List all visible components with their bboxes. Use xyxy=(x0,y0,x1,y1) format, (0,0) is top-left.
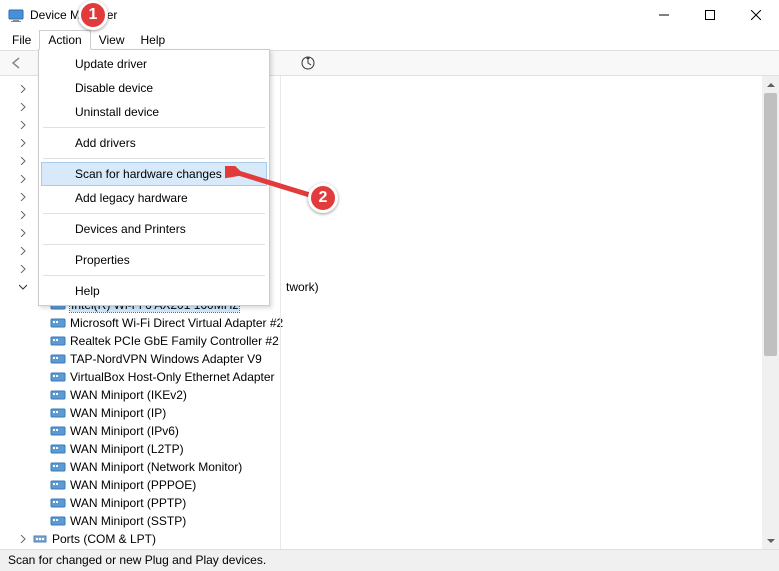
device-label: WAN Miniport (PPTP) xyxy=(70,496,186,510)
device-item[interactable]: WAN Miniport (IPv6) xyxy=(10,422,779,440)
device-item[interactable]: TAP-NordVPN Windows Adapter V9 xyxy=(10,350,779,368)
network-adapter-icon xyxy=(50,495,66,511)
close-button[interactable] xyxy=(733,0,779,30)
ports-icon xyxy=(32,531,48,547)
device-label: WAN Miniport (Network Monitor) xyxy=(70,460,242,474)
menu-item-disable-device[interactable]: Disable device xyxy=(41,76,267,100)
device-label: WAN Miniport (IPv6) xyxy=(70,424,179,438)
vertical-scrollbar[interactable] xyxy=(762,76,779,549)
menu-view[interactable]: View xyxy=(91,30,133,50)
status-text: Scan for changed or new Plug and Play de… xyxy=(8,553,266,567)
scroll-thumb[interactable] xyxy=(764,93,777,356)
window-controls xyxy=(641,0,779,30)
chevron-right-icon[interactable] xyxy=(16,154,30,168)
network-adapter-icon xyxy=(50,441,66,457)
network-adapter-icon xyxy=(50,405,66,421)
menu-item-properties[interactable]: Properties xyxy=(41,248,267,272)
menu-action[interactable]: Action xyxy=(39,30,90,50)
annotation-callout-2: 2 xyxy=(308,183,338,213)
device-label: WAN Miniport (SSTP) xyxy=(70,514,186,528)
scroll-track[interactable] xyxy=(762,93,779,532)
category-label: Ports (COM & LPT) xyxy=(52,532,156,546)
menu-separator xyxy=(43,158,265,159)
scroll-down-button[interactable] xyxy=(762,532,779,549)
network-adapter-icon xyxy=(50,333,66,349)
scan-hardware-button[interactable] xyxy=(297,52,319,74)
chevron-right-icon[interactable] xyxy=(16,136,30,150)
pane-separator xyxy=(280,76,281,549)
device-item[interactable]: WAN Miniport (L2TP) xyxy=(10,440,779,458)
annotation-callout-1: 1 xyxy=(78,0,108,30)
device-item[interactable]: WAN Miniport (Network Monitor) xyxy=(10,458,779,476)
device-label: WAN Miniport (IKEv2) xyxy=(70,388,187,402)
menu-item-help[interactable]: Help xyxy=(41,279,267,303)
device-label: VirtualBox Host-Only Ethernet Adapter xyxy=(70,370,275,384)
device-label: WAN Miniport (PPPOE) xyxy=(70,478,196,492)
menu-separator xyxy=(43,244,265,245)
menu-item-update-driver[interactable]: Update driver xyxy=(41,52,267,76)
device-item[interactable]: WAN Miniport (IKEv2) xyxy=(10,386,779,404)
device-label: Microsoft Wi-Fi Direct Virtual Adapter #… xyxy=(70,316,283,330)
menu-item-uninstall-device[interactable]: Uninstall device xyxy=(41,100,267,124)
chevron-down-icon[interactable] xyxy=(16,280,30,294)
category-label-partial: twork) xyxy=(286,280,319,294)
menu-separator xyxy=(43,275,265,276)
menu-bar: File Action View Help xyxy=(0,30,779,50)
network-adapter-icon xyxy=(50,423,66,439)
device-label: Realtek PCIe GbE Family Controller #2 xyxy=(70,334,279,348)
annotation-arrow-icon xyxy=(225,166,320,202)
device-item[interactable]: VirtualBox Host-Only Ethernet Adapter xyxy=(10,368,779,386)
chevron-right-icon[interactable] xyxy=(16,190,30,204)
device-item[interactable]: WAN Miniport (PPTP) xyxy=(10,494,779,512)
device-manager-icon xyxy=(8,7,24,23)
chevron-right-icon[interactable] xyxy=(16,262,30,276)
network-adapter-icon xyxy=(50,477,66,493)
device-item[interactable]: WAN Miniport (SSTP) xyxy=(10,512,779,530)
network-adapter-icon xyxy=(50,513,66,529)
title-bar: Device Manager xyxy=(0,0,779,30)
device-item[interactable]: WAN Miniport (PPPOE) xyxy=(10,476,779,494)
chevron-right-icon[interactable] xyxy=(16,208,30,222)
device-item[interactable]: Microsoft Wi-Fi Direct Virtual Adapter #… xyxy=(10,314,779,332)
chevron-right-icon[interactable] xyxy=(16,172,30,186)
device-label: WAN Miniport (IP) xyxy=(70,406,166,420)
chevron-right-icon[interactable] xyxy=(16,532,30,546)
network-adapter-icon xyxy=(50,315,66,331)
menu-help[interactable]: Help xyxy=(133,30,174,50)
scroll-up-button[interactable] xyxy=(762,76,779,93)
minimize-button[interactable] xyxy=(641,0,687,30)
chevron-right-icon[interactable] xyxy=(16,118,30,132)
chevron-right-icon[interactable] xyxy=(16,226,30,240)
network-adapter-icon xyxy=(50,387,66,403)
tree-category-ports[interactable]: Ports (COM & LPT) xyxy=(10,530,779,548)
network-adapter-icon xyxy=(50,459,66,475)
status-bar: Scan for changed or new Plug and Play de… xyxy=(0,549,779,571)
menu-item-devices-printers[interactable]: Devices and Printers xyxy=(41,217,267,241)
menu-file[interactable]: File xyxy=(4,30,39,50)
chevron-right-icon[interactable] xyxy=(16,244,30,258)
network-adapter-icon xyxy=(50,369,66,385)
menu-separator xyxy=(43,127,265,128)
chevron-right-icon[interactable] xyxy=(16,82,30,96)
device-item[interactable]: Realtek PCIe GbE Family Controller #2 xyxy=(10,332,779,350)
device-label: TAP-NordVPN Windows Adapter V9 xyxy=(70,352,262,366)
device-item[interactable]: WAN Miniport (IP) xyxy=(10,404,779,422)
back-button[interactable] xyxy=(6,52,28,74)
network-adapter-icon xyxy=(50,351,66,367)
maximize-button[interactable] xyxy=(687,0,733,30)
menu-item-add-drivers[interactable]: Add drivers xyxy=(41,131,267,155)
chevron-right-icon[interactable] xyxy=(16,100,30,114)
device-label: WAN Miniport (L2TP) xyxy=(70,442,184,456)
menu-separator xyxy=(43,213,265,214)
